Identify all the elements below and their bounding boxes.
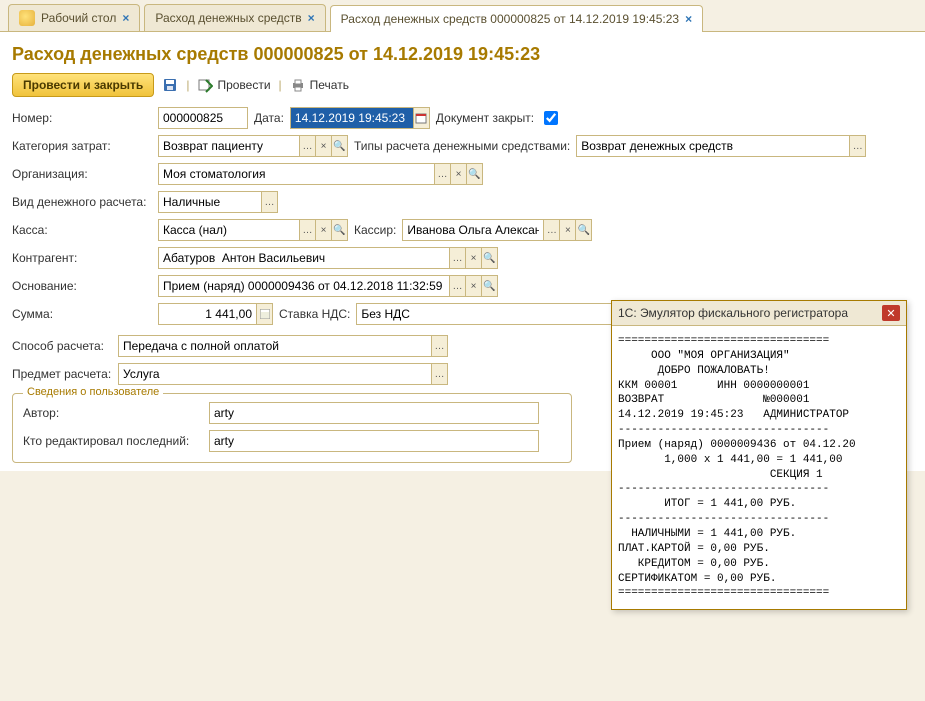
number-field[interactable] <box>158 107 248 129</box>
tab-label: Расход денежных средств 000000825 от 14.… <box>341 12 679 26</box>
amount-label: Сумма: <box>12 307 152 321</box>
save-icon[interactable] <box>162 77 178 93</box>
lasteditor-field[interactable] <box>209 430 539 452</box>
paytype-field[interactable]: … <box>158 191 278 213</box>
tab-bar: Рабочий стол × Расход денежных средств ×… <box>0 0 925 32</box>
tab-expense-list[interactable]: Расход денежных средств × <box>144 4 325 31</box>
search-icon[interactable]: 🔍 <box>481 276 497 296</box>
run-button[interactable]: Провести <box>197 77 270 93</box>
dots-icon[interactable]: … <box>434 164 450 184</box>
dots-icon[interactable]: … <box>449 248 465 268</box>
cashbox-field[interactable]: … × 🔍 <box>158 219 348 241</box>
userinfo-group: Сведения о пользователе Автор: Кто редак… <box>12 393 572 463</box>
closed-checkbox[interactable] <box>544 111 558 125</box>
subject-label: Предмет расчета: <box>12 367 112 381</box>
tab-expense-doc[interactable]: Расход денежных средств 000000825 от 14.… <box>330 5 703 32</box>
separator: | <box>186 78 189 92</box>
vatrate-label: Ставка НДС: <box>279 307 350 321</box>
base-field[interactable]: … × 🔍 <box>158 275 498 297</box>
dots-icon[interactable]: … <box>261 192 277 212</box>
dots-icon[interactable]: … <box>849 136 865 156</box>
close-icon[interactable]: ✕ <box>882 305 900 321</box>
closed-label: Документ закрыт: <box>436 111 534 125</box>
date-label: Дата: <box>254 111 284 125</box>
popup-header[interactable]: 1С: Эмулятор фискального регистратора ✕ <box>612 301 906 326</box>
lasteditor-label: Кто редактировал последний: <box>23 434 203 448</box>
author-field[interactable] <box>209 402 539 424</box>
clear-icon[interactable]: × <box>450 164 466 184</box>
base-label: Основание: <box>12 279 152 293</box>
close-icon[interactable]: × <box>685 12 692 26</box>
tab-desktop[interactable]: Рабочий стол × <box>8 4 140 31</box>
paymethod-label: Способ расчета: <box>12 339 112 353</box>
counterparty-label: Контрагент: <box>12 251 152 265</box>
category-label: Категория затрат: <box>12 139 152 153</box>
clear-icon[interactable]: × <box>465 276 481 296</box>
paytypes-label: Типы расчета денежными средствами: <box>354 139 570 153</box>
calculator-icon[interactable] <box>256 304 272 324</box>
dots-icon[interactable]: … <box>299 136 315 156</box>
tab-label: Рабочий стол <box>41 11 116 25</box>
print-button[interactable]: Печать <box>290 77 349 93</box>
search-icon[interactable]: 🔍 <box>575 220 591 240</box>
paytype-label: Вид денежного расчета: <box>12 195 152 209</box>
subject-field[interactable]: … <box>118 363 448 385</box>
close-icon[interactable]: × <box>122 11 129 25</box>
dots-icon[interactable]: … <box>431 336 447 356</box>
clear-icon[interactable]: × <box>315 220 331 240</box>
search-icon[interactable]: 🔍 <box>466 164 482 184</box>
clear-icon[interactable]: × <box>559 220 575 240</box>
search-icon[interactable]: 🔍 <box>331 136 347 156</box>
close-icon[interactable]: × <box>308 11 315 25</box>
run-icon <box>197 77 213 93</box>
amount-field[interactable] <box>158 303 273 325</box>
number-label: Номер: <box>12 111 152 125</box>
cashier-label: Кассир: <box>354 223 396 237</box>
tab-label: Расход денежных средств <box>155 11 301 25</box>
userinfo-legend: Сведения о пользователе <box>23 386 163 398</box>
print-label: Печать <box>310 78 349 92</box>
cashier-field[interactable]: … × 🔍 <box>402 219 592 241</box>
cashbox-label: Касса: <box>12 223 152 237</box>
print-icon <box>290 77 306 93</box>
clear-icon[interactable]: × <box>465 248 481 268</box>
toolbar: Провести и закрыть | Провести | Печать <box>12 73 913 97</box>
calendar-icon[interactable] <box>413 108 429 128</box>
search-icon[interactable]: 🔍 <box>481 248 497 268</box>
counterparty-field[interactable]: … × 🔍 <box>158 247 498 269</box>
fiscal-emulator-popup: 1С: Эмулятор фискального регистратора ✕ … <box>611 300 907 610</box>
date-field[interactable] <box>290 107 430 129</box>
category-field[interactable]: … × 🔍 <box>158 135 348 157</box>
dots-icon[interactable]: … <box>449 276 465 296</box>
dots-icon[interactable]: … <box>543 220 559 240</box>
run-and-close-button[interactable]: Провести и закрыть <box>12 73 154 97</box>
org-field[interactable]: … × 🔍 <box>158 163 483 185</box>
popup-title: 1С: Эмулятор фискального регистратора <box>618 306 848 320</box>
separator: | <box>279 78 282 92</box>
dots-icon[interactable]: … <box>299 220 315 240</box>
desktop-icon <box>19 10 35 26</box>
page-title: Расход денежных средств 000000825 от 14.… <box>12 44 913 65</box>
clear-icon[interactable]: × <box>315 136 331 156</box>
org-label: Организация: <box>12 167 152 181</box>
receipt-text: ================================ ООО "МО… <box>612 326 906 609</box>
run-label: Провести <box>217 78 270 92</box>
paymethod-field[interactable]: … <box>118 335 448 357</box>
search-icon[interactable]: 🔍 <box>331 220 347 240</box>
author-label: Автор: <box>23 406 203 420</box>
paytypes-field[interactable]: … <box>576 135 866 157</box>
dots-icon[interactable]: … <box>431 364 447 384</box>
